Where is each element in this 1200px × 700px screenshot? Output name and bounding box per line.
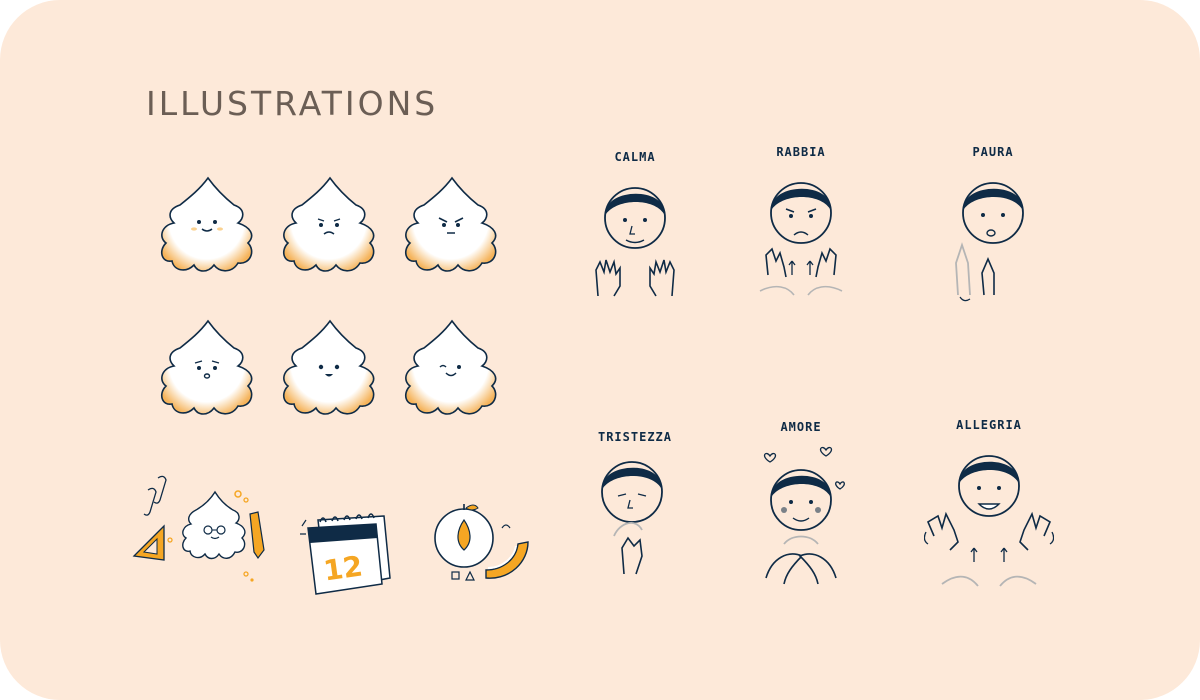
emotion-figure-allegria: ALLEGRIA <box>924 416 1054 596</box>
worried-creature-icon <box>158 318 258 418</box>
apple-slice-icon <box>430 500 535 590</box>
svg-text:12: 12 <box>321 549 364 587</box>
emotion-label: CALMA <box>614 150 656 164</box>
calendar-icon: 12 <box>298 508 398 598</box>
emotion-figure-amore: AMORE <box>736 418 866 598</box>
playful-creature-icon <box>402 318 502 418</box>
sadness-gesture-icon <box>601 461 663 575</box>
emotion-figure-tristezza: TRISTEZZA <box>570 428 700 588</box>
emotion-figure-paura: PAURA <box>928 143 1058 308</box>
emotion-figure-calma: CALMA <box>570 148 700 308</box>
emotion-label: PAURA <box>972 145 1014 159</box>
fear-gesture-icon <box>955 182 1024 302</box>
illustrations-card: ILLUSTRATIONS 12 CALMA RABBIA PAURA TRIS… <box>0 0 1200 700</box>
smiling-creature-icon <box>158 175 258 275</box>
emotion-label: AMORE <box>780 420 822 434</box>
emotion-figure-rabbia: RABBIA <box>736 143 866 308</box>
section-title: ILLUSTRATIONS <box>146 84 439 123</box>
emotion-label: RABBIA <box>776 145 826 159</box>
emotion-label: TRISTEZZA <box>597 430 673 444</box>
love-gesture-icon <box>763 446 845 585</box>
anger-gesture-icon <box>759 182 843 296</box>
surprised-creature-icon <box>280 318 380 418</box>
joy-gesture-icon <box>924 455 1054 587</box>
angry-creature-icon <box>402 175 502 275</box>
sad-creature-icon <box>280 175 380 275</box>
calm-gesture-icon <box>595 187 675 297</box>
emotion-label: ALLEGRIA <box>956 418 1022 432</box>
school-supplies-creature-icon <box>130 470 275 590</box>
